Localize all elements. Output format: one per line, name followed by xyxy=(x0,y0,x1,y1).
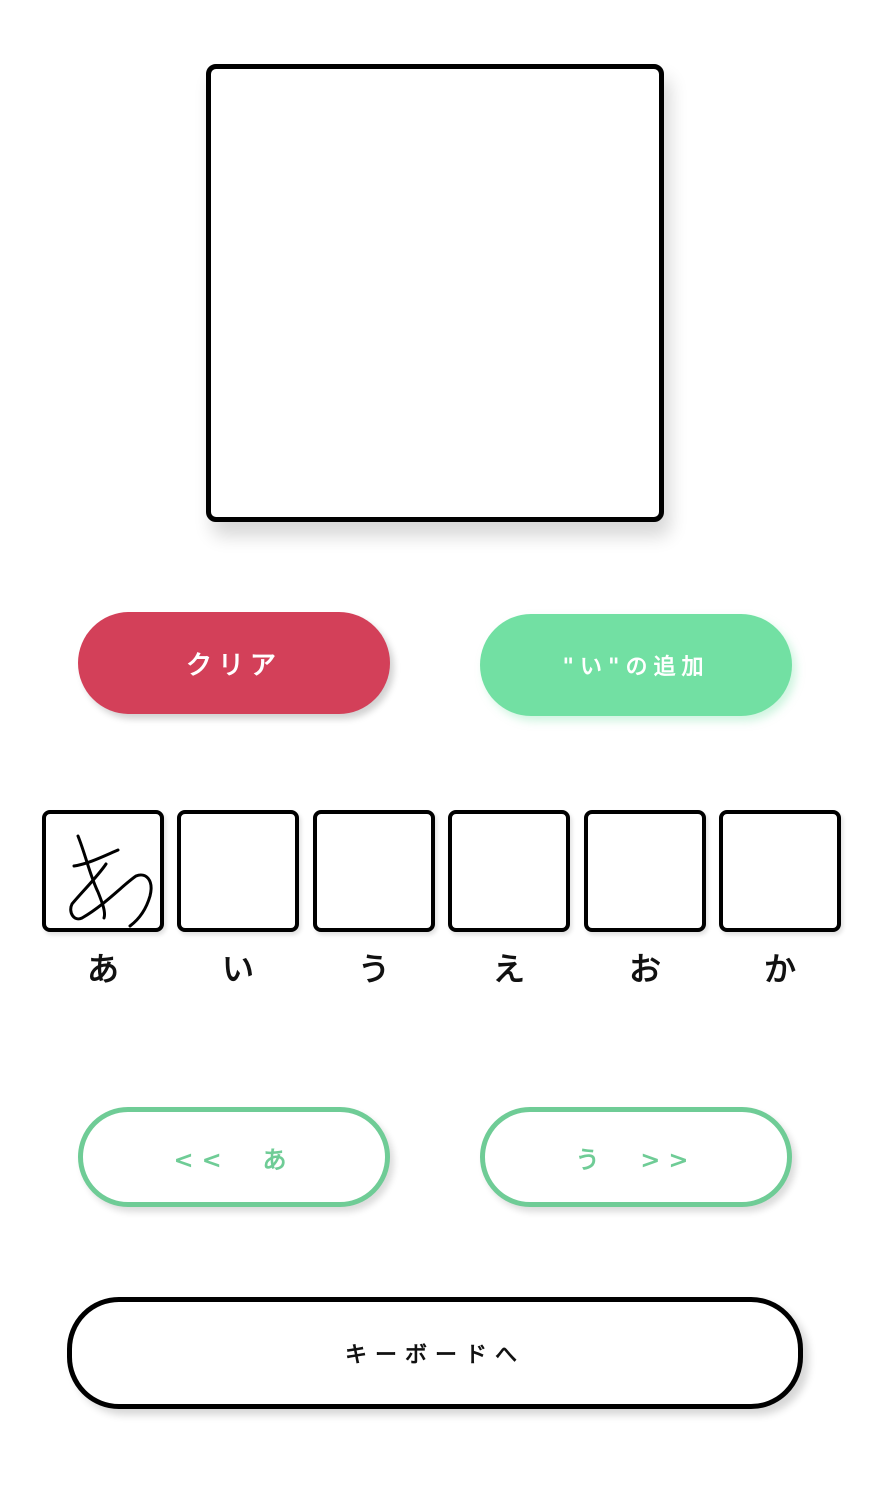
slot-label: お xyxy=(628,950,661,988)
slot-box-u[interactable] xyxy=(313,810,435,932)
slot-a: あ xyxy=(42,810,164,990)
slot-box-a[interactable] xyxy=(42,810,164,932)
slot-label: い xyxy=(221,950,254,988)
clear-button[interactable]: クリア xyxy=(78,612,390,714)
slot-label: か xyxy=(763,950,796,988)
previous-character-button[interactable]: << あ xyxy=(78,1107,390,1207)
slot-box-i[interactable] xyxy=(177,810,299,932)
next-character-button[interactable]: う >> xyxy=(480,1107,792,1207)
slot-o: お xyxy=(584,810,706,990)
slot-u: う xyxy=(313,810,435,990)
slot-label: え xyxy=(492,950,525,988)
slot-i: い xyxy=(177,810,299,990)
drawing-canvas[interactable] xyxy=(206,64,664,522)
slot-box-ka[interactable] xyxy=(719,810,841,932)
slot-label: う xyxy=(357,950,390,988)
slot-ka: か xyxy=(719,810,841,990)
handwritten-a-drawing xyxy=(69,834,153,928)
slot-label: あ xyxy=(86,950,119,988)
slot-box-o[interactable] xyxy=(584,810,706,932)
add-character-button[interactable]: "い"の追加 xyxy=(480,614,792,716)
keyboard-button[interactable]: キーボードへ xyxy=(67,1297,803,1409)
slot-box-e[interactable] xyxy=(448,810,570,932)
slot-e: え xyxy=(448,810,570,990)
